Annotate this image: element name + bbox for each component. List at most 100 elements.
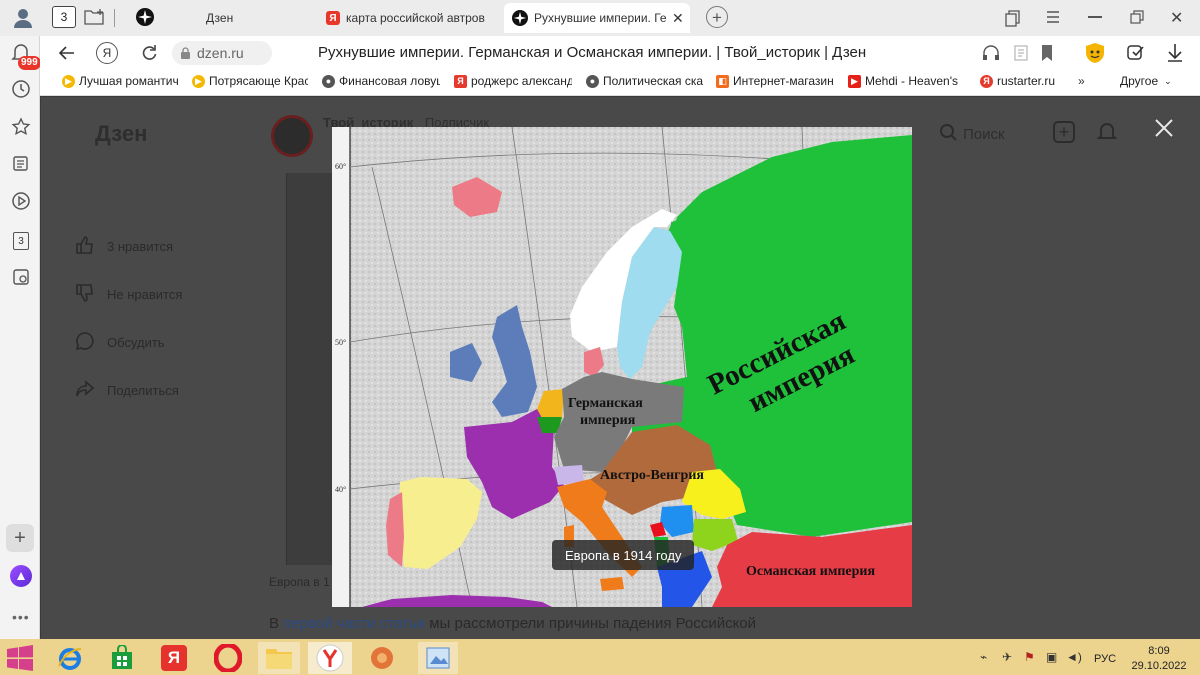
bookmark-star-icon[interactable] [10,116,32,138]
new-tab-button[interactable]: + [706,6,728,28]
tab-counter-button[interactable]: 3 [52,6,76,28]
share-label: Поделиться [107,383,179,398]
yandex-icon: Я [326,11,340,25]
opera-icon[interactable] [210,642,246,674]
shop-icon: ◧ [716,74,729,88]
tabs-count-icon[interactable]: 3 [10,230,32,252]
other-bookmarks-button[interactable]: Другое ⌄ [1120,74,1186,88]
bookmark-icon[interactable] [1040,44,1054,62]
reader-mode-icon[interactable] [1014,45,1034,61]
europe-1914-map: 60° 50° 40° Российскаяимперия Германская… [332,127,912,607]
audio-icon[interactable] [982,45,1000,61]
download-icon[interactable] [1166,43,1184,63]
article-prefix: В [269,615,280,632]
create-post-icon[interactable]: + [1053,121,1075,143]
video-play-icon[interactable] [10,190,32,212]
bell-icon[interactable] [1096,121,1118,143]
tray-app-icon[interactable]: ✈ [1002,650,1018,664]
minimize-icon[interactable] [1088,16,1102,18]
tabs-count-value: 3 [13,232,29,250]
volume-icon[interactable]: ◄) [1066,650,1082,664]
media-app-icon[interactable] [364,642,400,674]
bookmark-label: Потрясающе Крас [209,74,308,88]
yandex-app-icon[interactable]: Я [156,642,192,674]
bookmark-item[interactable]: ◧ Интернет-магазин [716,74,836,88]
profile-icon[interactable] [12,7,34,29]
maximize-icon[interactable] [1130,10,1144,24]
menu-icon[interactable] [1046,10,1060,24]
search-label: Поиск [963,125,1005,143]
other-bookmarks-label: Другое [1120,74,1159,88]
like-label: 3 нравится [107,239,173,254]
start-button[interactable] [2,642,38,674]
play-icon: ▶ [192,74,205,88]
tab-article[interactable]: Рухнувшие империи. Ге ✕ [504,3,690,33]
lat-label-40: 40° [335,485,346,494]
tab-article-label: Рухнувшие империи. Ге [534,11,667,25]
bookmark-item[interactable]: ● Финансовая ловуш [322,74,440,88]
more-dots-icon[interactable]: ••• [12,609,30,625]
bookmarks-more-button[interactable]: » [1078,74,1094,88]
protect-shield-icon[interactable] [1084,42,1106,64]
dislike-button[interactable]: Не нравится [75,283,182,306]
ie-icon[interactable] [52,642,88,674]
article-link[interactable]: первой части статьи [283,615,425,632]
url-field[interactable]: dzen.ru [172,41,272,65]
search-button[interactable]: Поиск [939,123,1005,145]
page-title: Рухнувшие империи. Германская и Османска… [318,44,958,61]
close-icon[interactable]: ✕ [672,10,684,27]
file-explorer-icon[interactable] [258,642,300,674]
yandex-button[interactable]: Я [96,42,118,64]
bookmark-item[interactable]: Я роджерс александ [454,74,572,88]
channel-avatar[interactable] [271,115,313,157]
window-close-icon[interactable]: ✕ [1170,8,1183,28]
language-indicator[interactable]: РУС [1094,653,1116,665]
alice-icon[interactable] [10,565,32,587]
back-icon[interactable] [58,44,76,62]
extensions-icon[interactable] [1126,43,1146,63]
left-margin [332,127,350,607]
language-text: РУС [1094,653,1117,665]
collections-icon[interactable] [1004,9,1022,27]
dzen-logo[interactable]: Дзен [95,121,147,147]
bookmark-item[interactable]: ▶ Лучшая романтич [62,74,178,88]
tab-dzen[interactable]: Дзен [160,3,310,33]
bookmark-item[interactable]: ● Политическая ска [586,74,704,88]
network-icon[interactable]: ⌁ [980,650,996,664]
tab-bar: 3 Дзен Я карта российской автров Рухнувш… [0,0,1200,36]
store-icon[interactable] [104,642,140,674]
bookmark-item[interactable]: Я rustarter.ru [980,74,1076,88]
bookmark-label: Финансовая ловуш [339,74,440,88]
zen-tab-icon[interactable] [136,8,154,26]
screenshot-icon[interactable] [10,266,32,288]
like-button[interactable]: 3 нравится [75,235,173,258]
notes-icon[interactable] [10,152,32,174]
notification-badge: 999 [18,56,41,70]
tab-map-search[interactable]: Я карта российской автров [318,3,496,33]
paint-app-icon[interactable] [418,642,458,674]
add-panel-button[interactable]: + [6,524,34,552]
new-group-icon[interactable] [84,8,106,26]
browser-sidebar: 999 3 + ••• [0,36,41,639]
tray-monitor-icon[interactable]: ▣ [1046,650,1062,664]
clock-time: 8:09 [1148,645,1170,657]
reload-icon[interactable] [140,44,158,62]
discuss-button[interactable]: Обсудить [75,331,165,354]
share-button[interactable]: Поделиться [75,379,179,402]
play-icon: ▶ [62,74,75,88]
history-icon[interactable] [10,78,32,100]
lock-icon [180,46,191,60]
sicily-region [600,577,624,591]
bookmark-item[interactable]: ▶ Потрясающе Крас [192,74,308,88]
clock[interactable]: 8:09 29.10.2022 [1128,644,1190,674]
address-bar: Я dzen.ru Рухнувшие империи. Германская … [40,36,1200,70]
viewer-close-icon[interactable] [1153,117,1175,139]
tray-flag-icon[interactable]: ⚑ [1024,650,1040,664]
image-viewer[interactable]: 60° 50° 40° Российскаяимперия Германская… [332,127,912,607]
lat-label-50: 50° [335,338,346,347]
map-label-ottoman: Османская империя [746,564,875,579]
tab-dzen-label: Дзен [206,11,234,25]
yandex-browser-taskbar-icon[interactable] [308,642,352,674]
caption-behind-text: Европа в 1 [269,575,330,589]
bookmark-item[interactable]: ▶ Mehdi - Heaven's [848,74,968,88]
